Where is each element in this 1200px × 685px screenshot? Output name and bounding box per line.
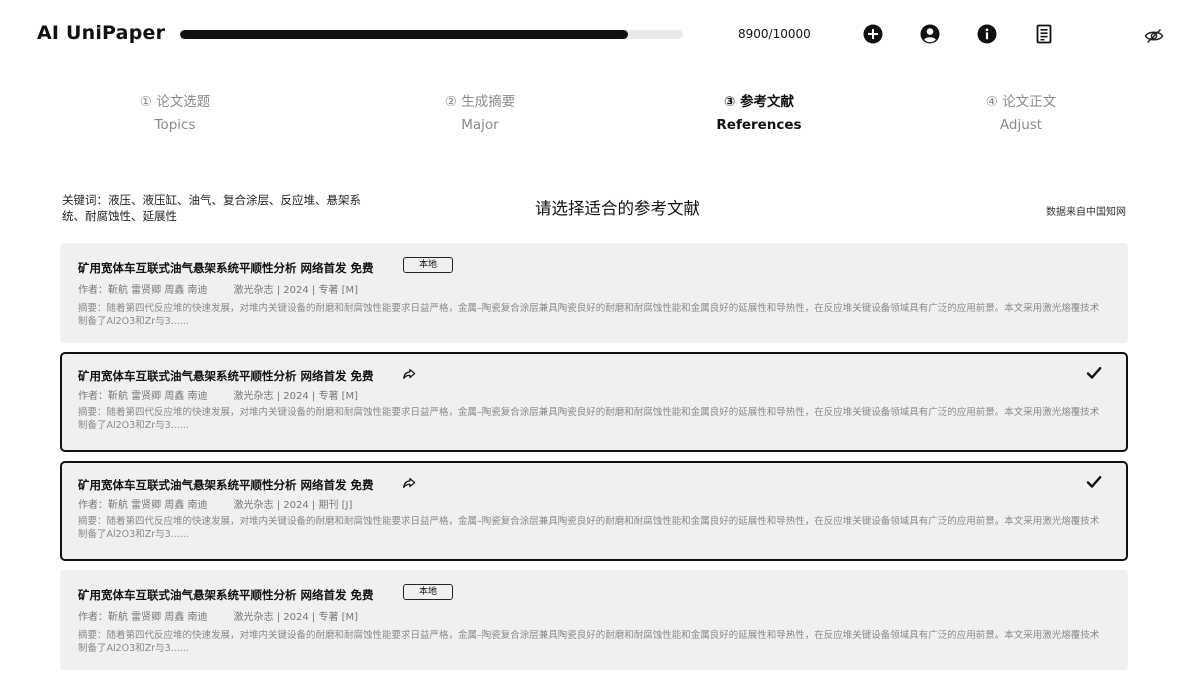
step-label: ② 生成摘要 <box>444 94 516 110</box>
share-icon[interactable] <box>402 367 416 381</box>
plus-circle-icon[interactable] <box>863 24 883 44</box>
step-sublabel: Adjust <box>999 117 1043 133</box>
reference-title: 矿用宽体车互联式油气悬架系统平顺性分析 网络首发 免费 <box>78 369 374 383</box>
step-sublabel: Topics <box>154 117 196 133</box>
reference-title: 矿用宽体车互联式油气悬架系统平顺性分析 网络首发 免费 <box>78 478 374 492</box>
step-adjust[interactable]: ④ 论文正文 Adjust <box>911 92 1131 135</box>
step-label: ④ 论文正文 <box>985 94 1057 110</box>
step-label: ③ 参考文献 <box>723 94 795 110</box>
reference-meta: 作者：靳航 雷贤卿 周鑫 南迪 激光杂志 | 2024 | 专著 [M] <box>78 281 358 296</box>
reference-meta: 作者：靳航 雷贤卿 周鑫 南迪 激光杂志 | 2024 | 期刊 [J] <box>78 496 352 511</box>
reference-source: 激光杂志 | 2024 | 期刊 [J] <box>233 500 353 511</box>
check-icon[interactable] <box>1086 365 1102 381</box>
reference-card-selected[interactable]: 矿用宽体车互联式油气悬架系统平顺性分析 网络首发 免费 作者：靳航 雷贤卿 周鑫… <box>60 352 1128 452</box>
reference-authors: 作者：靳航 雷贤卿 周鑫 南迪 <box>78 500 208 511</box>
reference-title: 矿用宽体车互联式油气悬架系统平顺性分析 网络首发 免费 <box>78 588 374 602</box>
progress-count: 8900/10000 <box>738 27 811 41</box>
reference-abstract: 摘要：随着第四代反应堆的快速发展，对堆内关键设备的耐磨和耐腐蚀性能要求日益严格，… <box>78 303 1100 327</box>
reference-authors: 作者：靳航 雷贤卿 周鑫 南迪 <box>78 391 208 402</box>
reference-card-selected[interactable]: 矿用宽体车互联式油气悬架系统平顺性分析 网络首发 免费 作者：靳航 雷贤卿 周鑫… <box>60 461 1128 561</box>
step-major[interactable]: ② 生成摘要 Major <box>370 92 590 135</box>
step-label: ① 论文选题 <box>139 94 211 110</box>
keywords-text: 关键词：液压、液压缸、油气、复合涂层、反应堆、悬架系统、耐腐蚀性、延展性 <box>62 193 361 223</box>
reference-meta: 作者：靳航 雷贤卿 周鑫 南迪 激光杂志 | 2024 | 专著 [M] <box>78 608 358 623</box>
document-list-icon[interactable] <box>1034 24 1054 44</box>
step-sublabel: References <box>716 117 802 133</box>
section-title: 请选择适合的参考文献 <box>535 199 700 218</box>
reference-source: 激光杂志 | 2024 | 专著 [M] <box>233 285 359 296</box>
reference-abstract: 摘要：随着第四代反应堆的快速发展，对堆内关键设备的耐磨和耐腐蚀性能要求日益严格，… <box>78 516 1100 540</box>
reference-card[interactable]: 矿用宽体车互联式油气悬架系统平顺性分析 网络首发 免费 本地 作者：靳航 雷贤卿… <box>60 243 1128 343</box>
user-circle-icon[interactable] <box>920 24 940 44</box>
reference-abstract: 摘要：随着第四代反应堆的快速发展，对堆内关键设备的耐磨和耐腐蚀性能要求日益严格，… <box>78 407 1100 431</box>
app-logo: AI UniPaper <box>37 22 166 44</box>
local-badge: 本地 <box>403 584 453 600</box>
reference-source: 激光杂志 | 2024 | 专著 [M] <box>233 612 359 623</box>
reference-meta: 作者：靳航 雷贤卿 周鑫 南迪 激光杂志 | 2024 | 专著 [M] <box>78 387 358 402</box>
info-circle-icon[interactable] <box>977 24 997 44</box>
reference-source: 激光杂志 | 2024 | 专著 [M] <box>233 391 359 402</box>
reference-abstract: 摘要：随着第四代反应堆的快速发展，对堆内关键设备的耐磨和耐腐蚀性能要求日益严格，… <box>78 630 1100 654</box>
data-source-note: 数据来自中国知网 <box>1046 207 1126 218</box>
reference-title: 矿用宽体车互联式油气悬架系统平顺性分析 网络首发 免费 <box>78 261 374 275</box>
reference-card[interactable]: 矿用宽体车互联式油气悬架系统平顺性分析 网络首发 免费 本地 作者：靳航 雷贤卿… <box>60 570 1128 670</box>
step-references[interactable]: ③ 参考文献 References <box>649 92 869 135</box>
eye-off-icon[interactable] <box>1144 26 1164 46</box>
progress-bar <box>180 30 683 39</box>
local-badge: 本地 <box>403 257 453 273</box>
reference-authors: 作者：靳航 雷贤卿 周鑫 南迪 <box>78 285 208 296</box>
share-icon[interactable] <box>402 476 416 490</box>
step-sublabel: Major <box>461 117 499 133</box>
reference-authors: 作者：靳航 雷贤卿 周鑫 南迪 <box>78 612 208 623</box>
step-topics[interactable]: ① 论文选题 Topics <box>65 92 285 135</box>
progress-bar-fill <box>180 30 628 39</box>
check-icon[interactable] <box>1086 474 1102 490</box>
